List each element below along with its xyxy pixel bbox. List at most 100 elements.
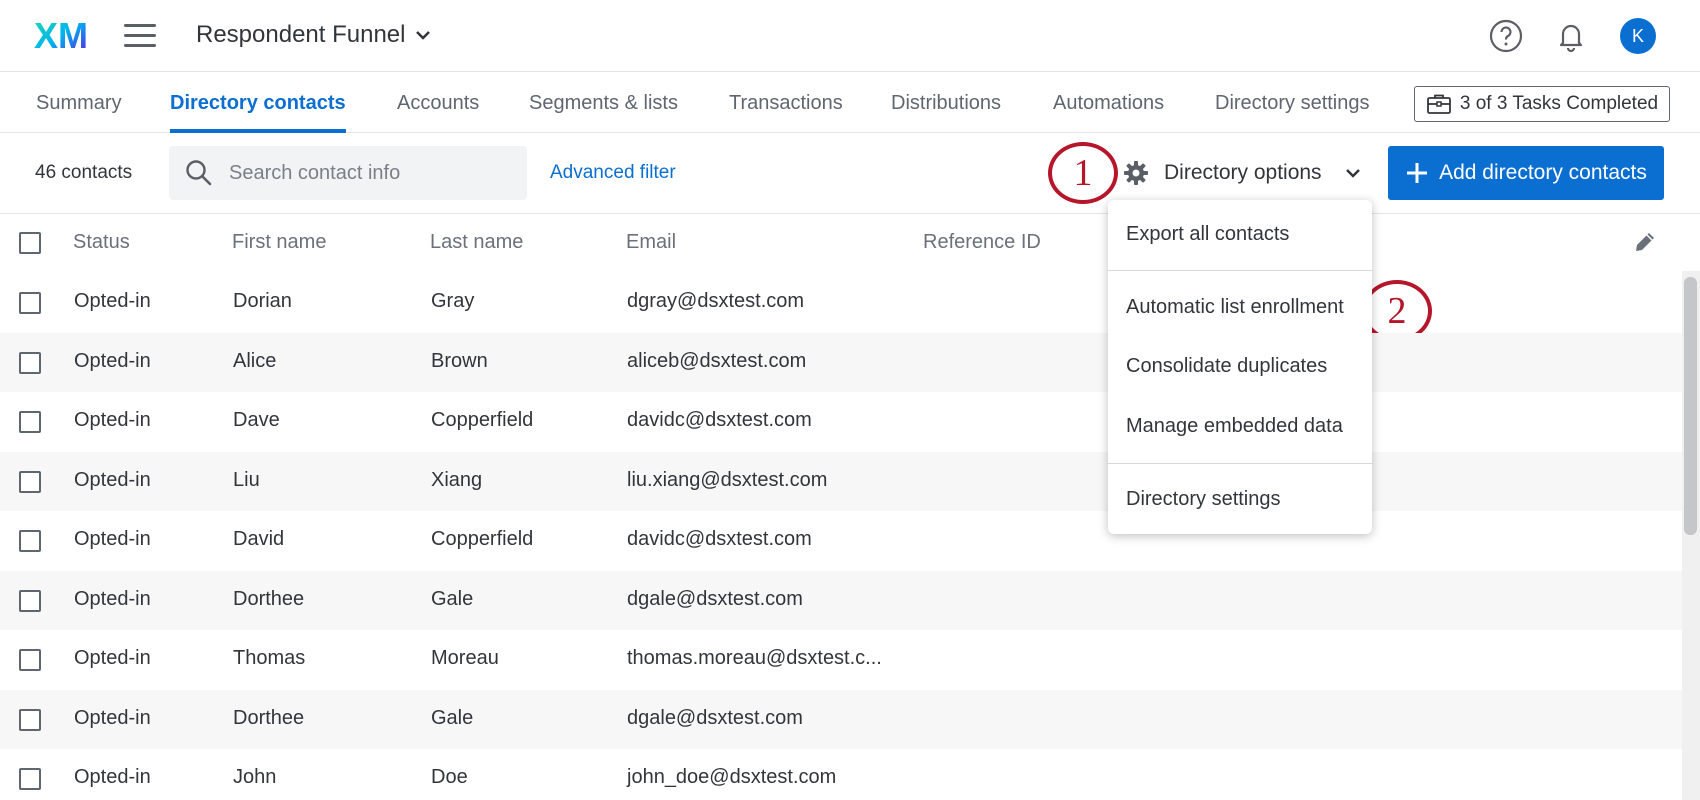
cell-last-name: Gale xyxy=(431,587,474,610)
directory-options-label: Directory options xyxy=(1164,161,1322,184)
table-row[interactable]: Opted-in Dorthee Gale dgale@dsxtest.com xyxy=(0,689,1682,749)
cell-status: Opted-in xyxy=(74,647,151,669)
project-title-label: Respondent Funnel xyxy=(196,21,406,48)
briefcase-icon xyxy=(1426,94,1451,114)
cell-email: dgray@dsxtest.com xyxy=(627,290,805,312)
table-row[interactable]: Opted-in Dave Copperfield davidc@dsxtest… xyxy=(0,392,1682,452)
row-checkbox[interactable] xyxy=(19,589,41,612)
cell-first-name: Dorian xyxy=(233,290,292,312)
cell-last-name: Doe xyxy=(431,766,468,788)
table-row[interactable]: Opted-in David Copperfield davidc@dsxtes… xyxy=(0,511,1682,571)
cell-email: john_doe@dsxtest.com xyxy=(627,766,837,788)
menu-item-consolidate-duplicates[interactable]: Consolidate duplicates xyxy=(1108,339,1372,393)
chevron-down-icon xyxy=(1345,169,1360,178)
table-row[interactable]: Opted-in Liu Xiang liu.xiang@dsxtest.com xyxy=(0,451,1682,511)
row-checkbox[interactable] xyxy=(19,708,41,731)
row-checkbox[interactable] xyxy=(19,768,41,790)
cell-email: dgale@dsxtest.com xyxy=(627,587,803,610)
tab-segments-lists[interactable]: Segments & lists xyxy=(529,73,678,133)
row-checkbox[interactable] xyxy=(19,351,41,374)
top-bar: XM Respondent Funnel K xyxy=(0,0,1700,72)
menu-item-automatic-list-enrollment[interactable]: Automatic list enrollment xyxy=(1108,280,1372,334)
table-row[interactable]: Opted-in Dorthee Gale dgale@dsxtest.com xyxy=(0,570,1682,630)
menu-divider xyxy=(1108,270,1372,271)
contacts-toolbar: 46 contacts Advanced filter Directory op… xyxy=(0,134,1700,214)
cell-last-name: Moreau xyxy=(431,647,499,669)
column-header-reference-id[interactable]: Reference ID xyxy=(923,231,1041,254)
table-row[interactable]: Opted-in John Doe john_doe@dsxtest.com xyxy=(0,749,1682,800)
menu-divider xyxy=(1108,463,1372,464)
cell-status: Opted-in xyxy=(74,468,151,491)
tab-accounts[interactable]: Accounts xyxy=(397,73,479,133)
row-checkbox[interactable] xyxy=(19,292,41,314)
cell-status: Opted-in xyxy=(74,409,151,431)
avatar[interactable]: K xyxy=(1620,18,1656,54)
cell-last-name: Xiang xyxy=(431,468,483,491)
cell-email: liu.xiang@dsxtest.com xyxy=(627,468,828,491)
cell-last-name: Copperfield xyxy=(431,528,534,550)
contact-count: 46 contacts xyxy=(35,162,133,183)
add-directory-contacts-button[interactable]: Add directory contacts xyxy=(1388,146,1664,200)
column-header-first-name[interactable]: First name xyxy=(232,231,326,254)
tab-distributions[interactable]: Distributions xyxy=(891,73,1001,133)
add-directory-contacts-label: Add directory contacts xyxy=(1439,161,1647,184)
cell-first-name: John xyxy=(233,766,277,788)
project-title[interactable]: Respondent Funnel xyxy=(196,21,431,49)
cell-status: Opted-in xyxy=(74,349,151,372)
table-header: Status First name Last name Email Refere… xyxy=(0,215,1700,271)
callout-1: 1 xyxy=(1048,142,1118,204)
gear-icon xyxy=(1124,161,1148,185)
table-scrollbar[interactable] xyxy=(1682,271,1700,800)
directory-options-button[interactable]: Directory options xyxy=(1122,148,1362,198)
cell-status: Opted-in xyxy=(74,766,151,788)
cell-last-name: Copperfield xyxy=(431,409,534,431)
hamburger-icon[interactable] xyxy=(124,24,156,48)
search-icon xyxy=(186,160,212,186)
xm-logo[interactable]: XM xyxy=(34,18,92,52)
cell-status: Opted-in xyxy=(74,528,151,550)
cell-first-name: Dave xyxy=(233,409,280,431)
help-icon[interactable] xyxy=(1488,18,1524,54)
tab-summary[interactable]: Summary xyxy=(36,73,122,133)
menu-item-manage-embedded-data[interactable]: Manage embedded data xyxy=(1108,399,1372,453)
scrollbar-thumb[interactable] xyxy=(1684,277,1697,535)
menu-item-export-all-contacts[interactable]: Export all contacts xyxy=(1108,207,1372,261)
cell-status: Opted-in xyxy=(74,706,151,729)
tab-automations[interactable]: Automations xyxy=(1053,73,1164,133)
row-checkbox[interactable] xyxy=(19,411,41,433)
cell-first-name: Liu xyxy=(233,468,260,491)
tasks-completed-button[interactable]: 3 of 3 Tasks Completed xyxy=(1414,86,1670,122)
cell-first-name: Alice xyxy=(233,349,277,372)
cell-email: davidc@dsxtest.com xyxy=(627,409,812,431)
tab-directory-settings[interactable]: Directory settings xyxy=(1215,73,1370,133)
chevron-down-icon xyxy=(416,31,431,40)
bell-icon[interactable] xyxy=(1553,18,1589,54)
tab-bar: Summary Directory contacts Accounts Segm… xyxy=(0,73,1700,133)
plus-icon xyxy=(1407,163,1428,183)
cell-first-name: Dorthee xyxy=(233,706,305,729)
tab-transactions[interactable]: Transactions xyxy=(729,73,843,133)
directory-options-menu: Export all contacts Automatic list enrol… xyxy=(1108,200,1372,534)
table-row[interactable]: Opted-in Alice Brown aliceb@dsxtest.com xyxy=(0,332,1682,392)
cell-first-name: David xyxy=(233,528,285,550)
row-checkbox[interactable] xyxy=(19,530,41,552)
select-all-checkbox[interactable] xyxy=(19,232,41,254)
advanced-filter-link[interactable]: Advanced filter xyxy=(550,162,676,184)
cell-email: aliceb@dsxtest.com xyxy=(627,349,807,372)
cell-status: Opted-in xyxy=(74,290,151,312)
column-header-status[interactable]: Status xyxy=(73,231,130,254)
cell-last-name: Gale xyxy=(431,706,474,729)
row-checkbox[interactable] xyxy=(19,470,41,493)
table-row[interactable]: Opted-in Thomas Moreau thomas.moreau@dsx… xyxy=(0,630,1682,690)
menu-item-directory-settings[interactable]: Directory settings xyxy=(1108,472,1372,526)
column-header-last-name[interactable]: Last name xyxy=(430,231,523,254)
tab-directory-contacts[interactable]: Directory contacts xyxy=(170,73,346,133)
search-input[interactable] xyxy=(229,146,519,200)
cell-email: dgale@dsxtest.com xyxy=(627,706,803,729)
table-row[interactable]: Opted-in Dorian Gray dgray@dsxtest.com xyxy=(0,273,1682,333)
cell-status: Opted-in xyxy=(74,587,151,610)
search-box[interactable] xyxy=(169,146,527,200)
pencil-icon[interactable] xyxy=(1632,229,1658,255)
row-checkbox[interactable] xyxy=(19,649,41,671)
column-header-email[interactable]: Email xyxy=(626,231,676,254)
